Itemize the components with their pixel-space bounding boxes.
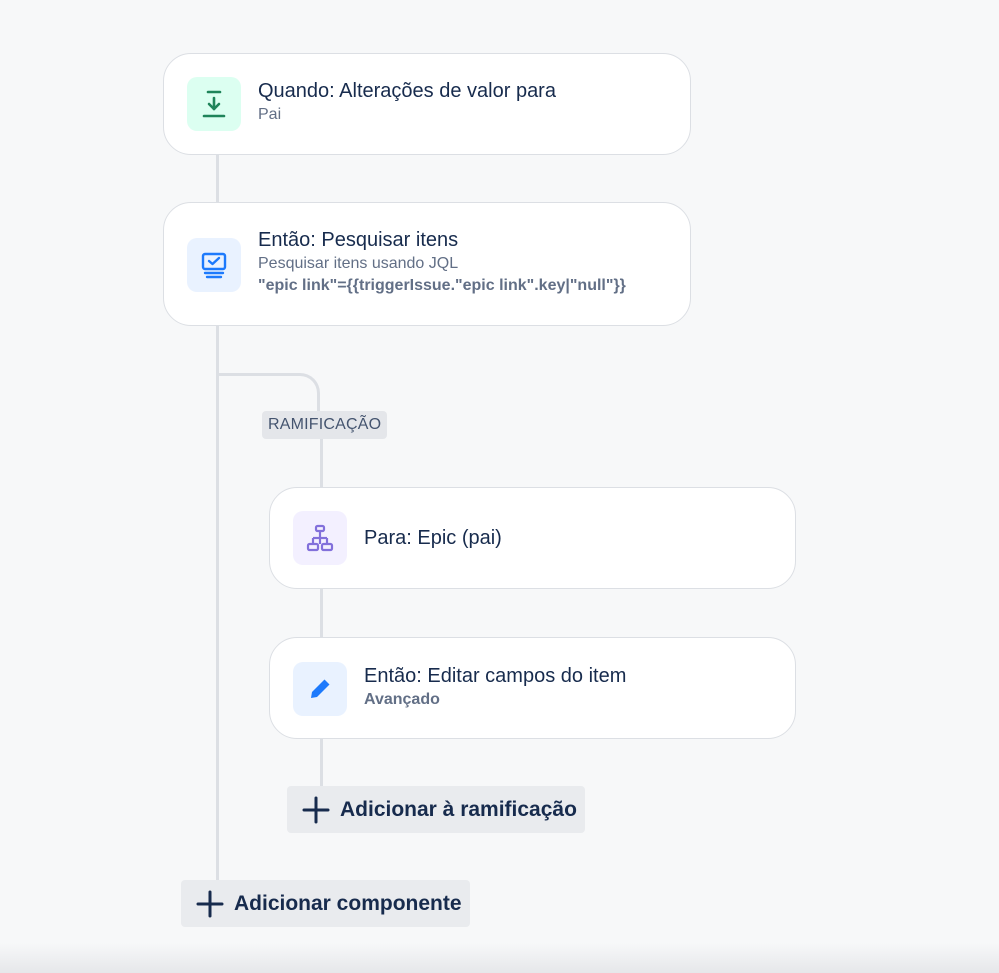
branch-icon-box [293,511,347,565]
trigger-title: Quando: Alterações de valor para [258,80,556,102]
download-to-line-icon [202,90,226,118]
edit-icon-box [293,662,347,716]
branch-connector-curve [216,373,320,413]
pencil-icon [311,679,330,698]
hierarchy-icon [306,524,334,552]
add-to-branch-button[interactable]: Adicionar à ramificação [287,786,585,833]
screen-check-icon [201,252,227,279]
branch-condition-card[interactable]: Para: Epic (pai) [269,487,796,589]
lookup-jql-query: "epic link"={{triggerIssue."epic link".k… [258,277,626,294]
add-to-branch-label: Adicionar à ramificação [340,797,577,821]
lookup-title: Então: Pesquisar itens [258,229,459,251]
branch-connector-to-add [320,738,323,787]
edit-fields-card[interactable]: Então: Editar campos do item Avançado [269,637,796,739]
edit-fields-title: Então: Editar campos do item [364,665,627,687]
trigger-icon-box [187,77,241,131]
lookup-icon-box [187,238,241,292]
trigger-card[interactable]: Quando: Alterações de valor para Pai [163,53,691,155]
add-component-button[interactable]: Adicionar componente [181,880,470,927]
plus-icon [302,796,330,824]
trigger-subtitle: Pai [258,106,282,123]
branch-badge: RAMIFICAÇÃO [262,411,388,439]
edit-fields-subtitle: Avançado [364,691,440,708]
bottom-edge-shadow [0,943,999,973]
branch-connector-to-edit [320,588,323,638]
lookup-items-card[interactable]: Então: Pesquisar itens Pesquisar itens u… [163,202,691,326]
add-component-label: Adicionar componente [234,891,462,915]
plus-icon [196,890,224,918]
lookup-subtitle: Pesquisar itens usando JQL [258,255,459,272]
branch-condition-title: Para: Epic (pai) [364,527,502,549]
branch-connector-to-condition [320,439,323,489]
